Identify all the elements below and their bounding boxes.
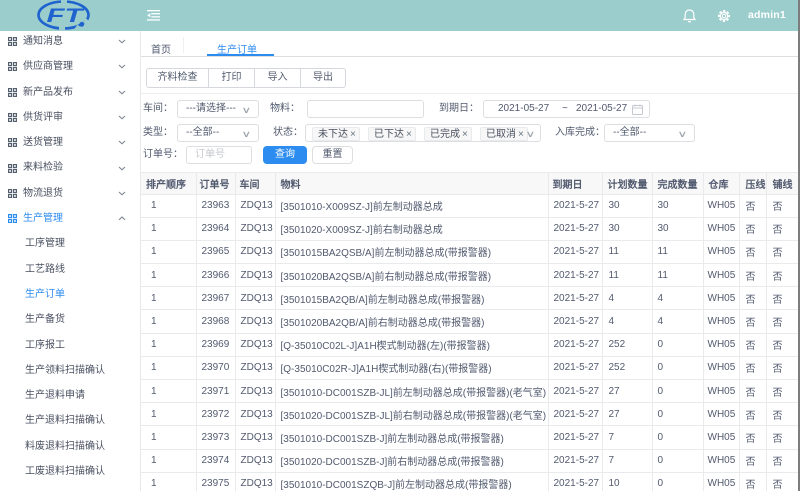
svg-text:FT: FT: [47, 6, 85, 27]
